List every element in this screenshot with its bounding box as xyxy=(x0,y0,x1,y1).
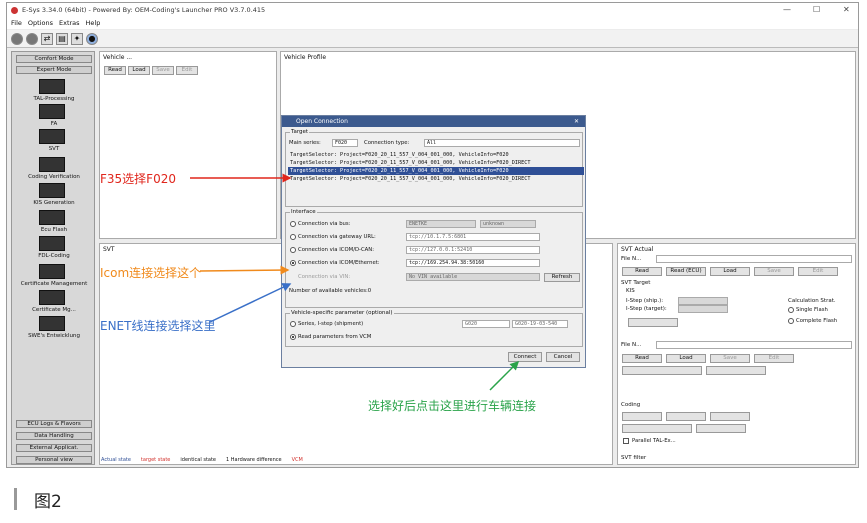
annotation-arrows xyxy=(190,173,520,391)
arrow-enet xyxy=(209,283,292,323)
annotation-enet: ENET线连接选择这里 xyxy=(100,319,216,333)
annotation-f35: F35选择F020 xyxy=(100,172,176,186)
arrow-icom xyxy=(199,265,290,275)
caption-bar xyxy=(14,488,17,510)
annotation-icom: Icom连接选择这个 xyxy=(100,266,202,280)
figure-caption: 图2 xyxy=(34,492,62,512)
annotation-connect: 选择好后点击这里进行车辆连接 xyxy=(368,399,537,413)
arrow-connect xyxy=(489,360,520,391)
